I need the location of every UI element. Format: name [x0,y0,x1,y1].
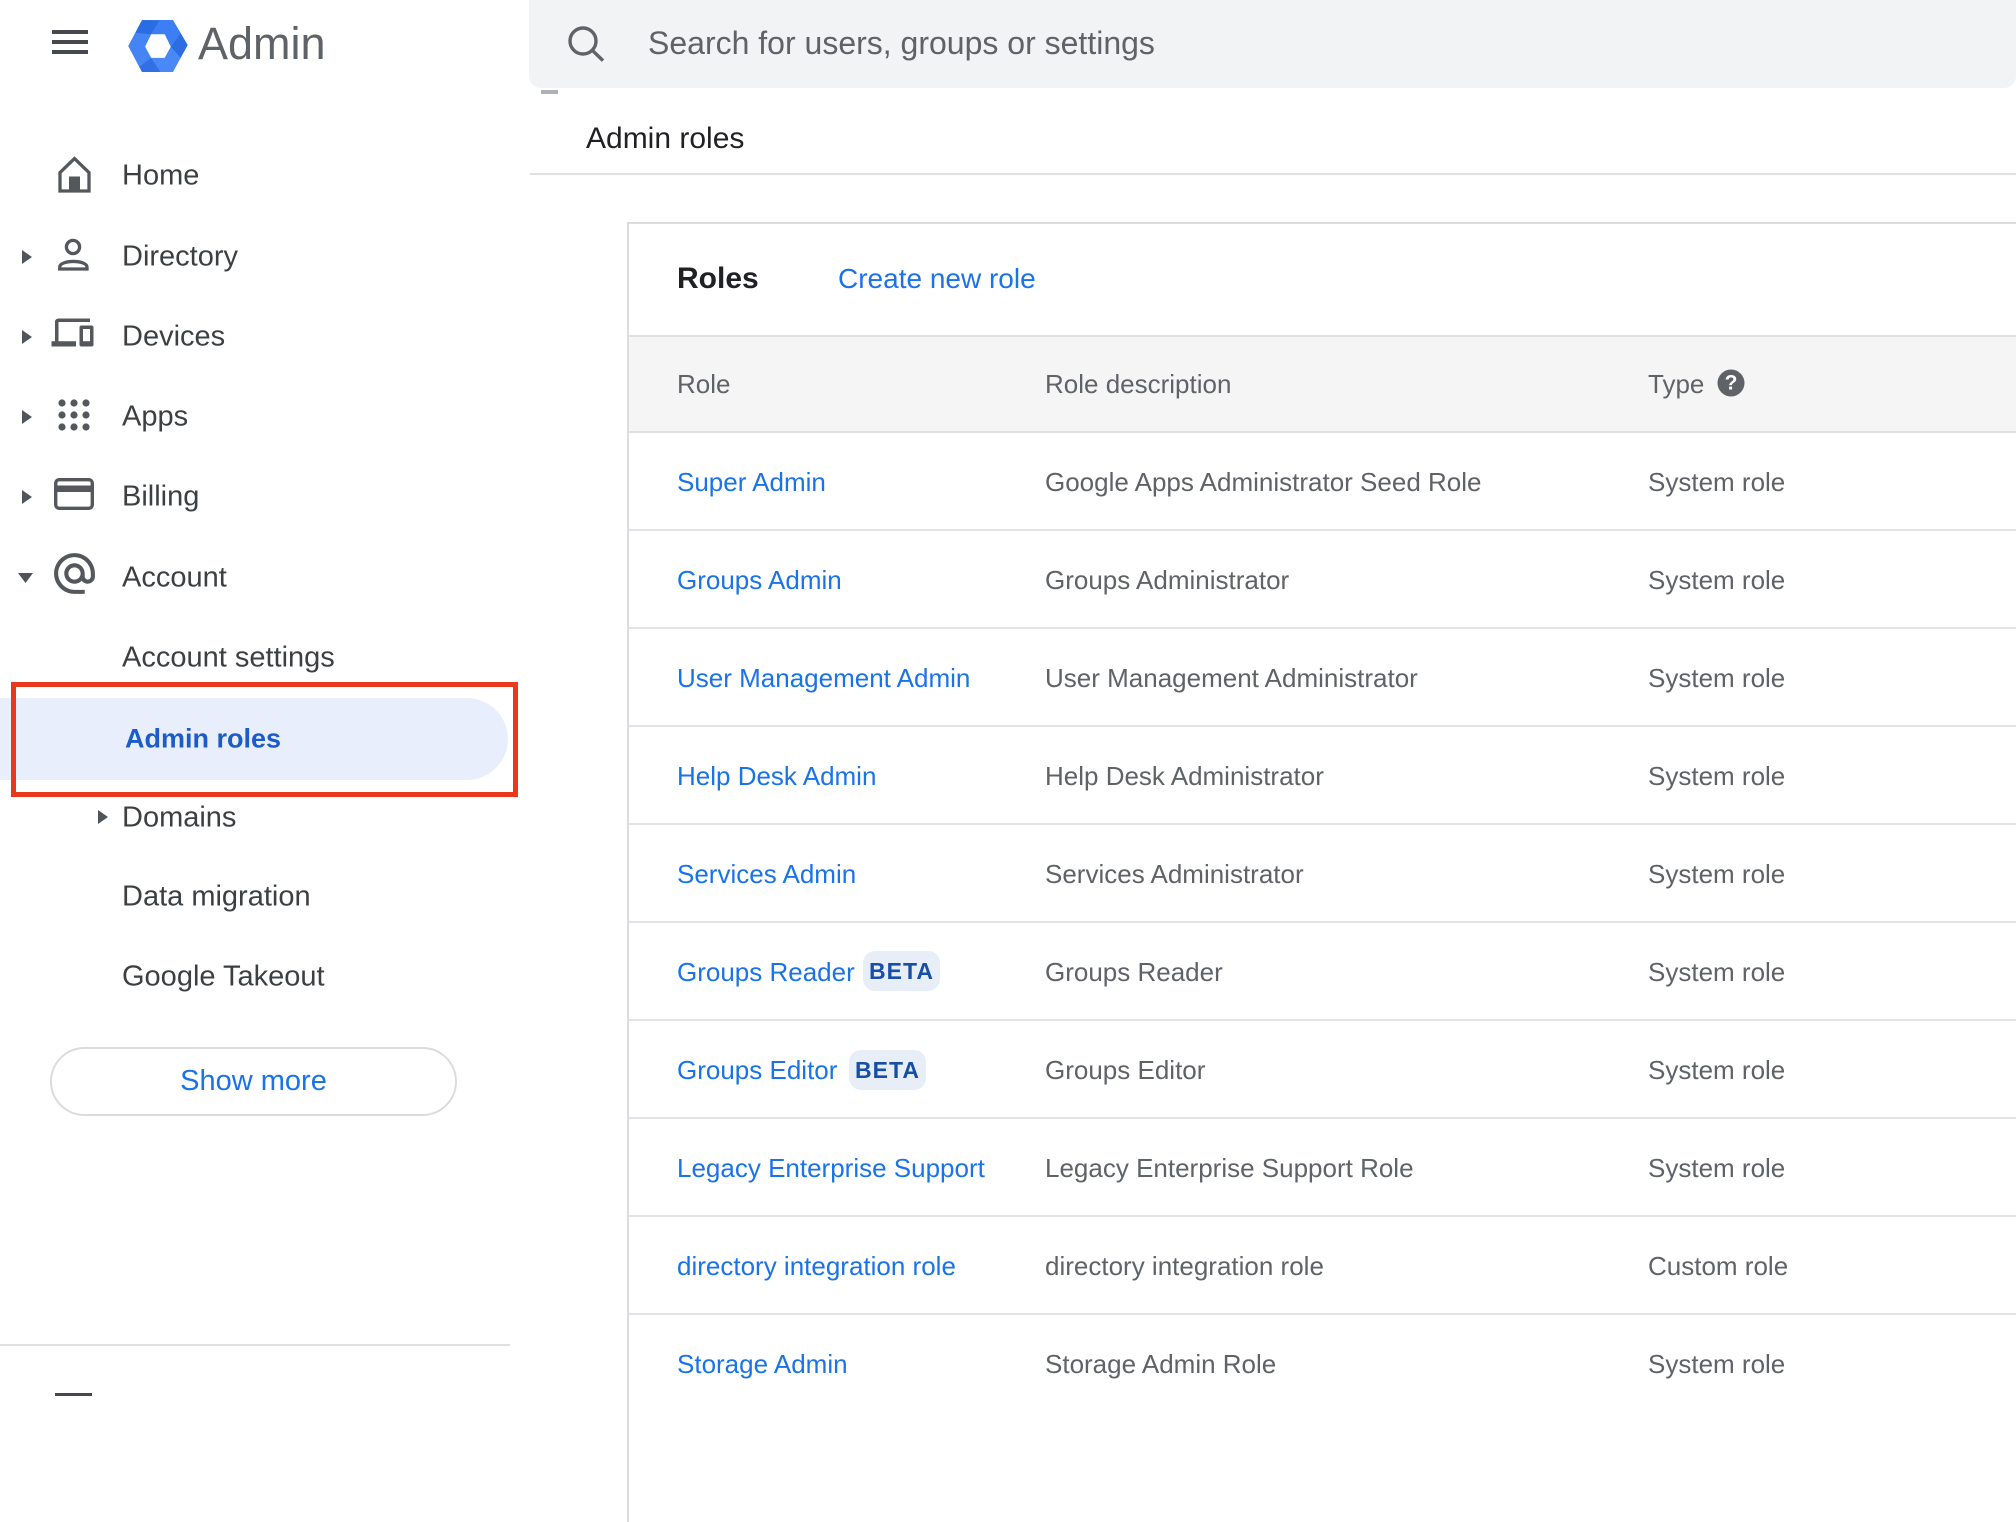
svg-text:?: ? [1725,372,1738,395]
